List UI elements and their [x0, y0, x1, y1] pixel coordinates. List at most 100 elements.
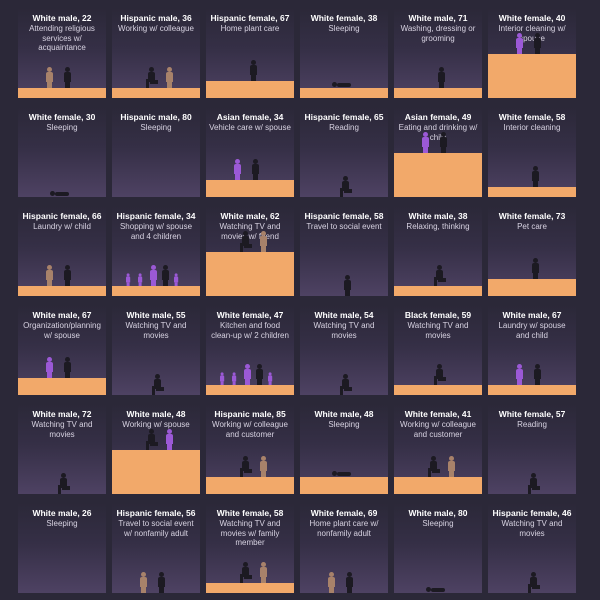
person-figure — [162, 265, 182, 286]
person-label: White male, 67 — [502, 310, 562, 320]
person-figure — [328, 572, 348, 593]
person-label: White female, 73 — [498, 211, 566, 221]
activity-label: Reading — [517, 420, 547, 429]
activity-panel: White female, 57 Reading — [488, 404, 576, 494]
floor-band — [394, 286, 482, 296]
person-label: White female, 41 — [404, 409, 472, 419]
person-figure — [234, 159, 254, 180]
floor-band — [206, 180, 294, 197]
person-figure — [166, 429, 186, 450]
activity-label: Sleeping — [46, 123, 78, 132]
activity-label: Working w/ colleague and customer — [212, 420, 288, 439]
person-label: White female, 58 — [216, 508, 284, 518]
activity-panel: White female, 58 Interior cleaning — [488, 107, 576, 197]
activity-panel: White male, 62 Watching TV and movies w/ … — [206, 206, 294, 296]
floor-band — [206, 81, 294, 98]
chair — [528, 485, 531, 494]
person-figure — [46, 357, 66, 378]
person-label: White male, 48 — [314, 409, 374, 419]
activity-panel: White male, 38 Relaxing, thinking — [394, 206, 482, 296]
activity-label: Working w/ colleague — [118, 24, 194, 33]
floor-band — [18, 88, 106, 98]
chair — [152, 386, 155, 395]
person-figure — [260, 456, 280, 477]
floor-band — [394, 385, 482, 395]
person-figure — [342, 176, 362, 197]
activity-panel: White female, 40 Interior cleaning w/ spo… — [488, 8, 576, 98]
activity-panel: White male, 67 Organization/planning w/ s… — [18, 305, 106, 395]
activity-label: Travel to social event w/ nonfamily adul… — [118, 519, 194, 538]
person-figure — [448, 456, 468, 477]
chair — [340, 188, 343, 197]
activity-panel: Hispanic female, 65 Reading — [300, 107, 388, 197]
person-figure — [244, 364, 264, 385]
person-figure — [150, 265, 170, 286]
person-figure — [220, 372, 232, 385]
activity-label: Watching TV and movies w/ friend — [219, 222, 281, 241]
activity-panel: Hispanic female, 46 Watching TV and movie… — [488, 503, 576, 593]
person-figure — [46, 265, 66, 286]
activity-label: Organization/planning w/ spouse — [23, 321, 101, 340]
person-label: Hispanic male, 80 — [120, 112, 192, 122]
person-figure — [64, 357, 84, 378]
activity-label: Home plant care w/ nonfamily adult — [309, 519, 379, 538]
person-label: White female, 38 — [310, 13, 378, 23]
person-label: Hispanic male, 36 — [120, 13, 192, 23]
activity-panel: Hispanic male, 36 Working w/ colleague — [112, 8, 200, 98]
floor-band — [488, 385, 576, 395]
activity-panel: White male, 48 Working w/ spouse — [112, 404, 200, 494]
person-figure — [174, 273, 186, 286]
person-figure — [166, 67, 186, 88]
activity-label: Kitchen and food clean-up w/ 2 children — [211, 321, 289, 340]
activity-label: Watching TV and movies — [31, 420, 93, 439]
person-label: White male, 48 — [126, 409, 186, 419]
activity-label: Travel to social event — [306, 222, 382, 231]
person-label: White male, 71 — [408, 13, 468, 23]
person-figure — [46, 67, 66, 88]
activity-label: Watching TV and movies — [501, 519, 563, 538]
person-figure — [342, 374, 362, 395]
floor-band — [112, 88, 200, 98]
chair — [146, 79, 149, 88]
person-figure — [532, 258, 552, 279]
chair — [528, 584, 531, 593]
chair — [58, 485, 61, 494]
activity-panel: Black female, 59 Watching TV and movies — [394, 305, 482, 395]
activity-label: Sleeping — [422, 519, 454, 528]
person-label: Hispanic female, 34 — [116, 211, 196, 221]
activity-label: Watching TV and movies — [313, 321, 375, 340]
activity-label: Working w/ colleague and customer — [400, 420, 476, 439]
person-figure — [140, 572, 160, 593]
floor-band — [394, 477, 482, 494]
person-figure — [344, 275, 364, 296]
activity-panel: White female, 47 Kitchen and food clean-u… — [206, 305, 294, 395]
person-label: Black female, 59 — [404, 310, 472, 320]
person-figure — [534, 364, 554, 385]
chair — [240, 243, 243, 252]
activity-panel: White female, 38 Sleeping — [300, 8, 388, 98]
person-figure — [232, 372, 244, 385]
person-label: White male, 38 — [408, 211, 468, 221]
activity-panel: White male, 26 Sleeping — [18, 503, 106, 593]
activity-label: Watching TV and movies — [125, 321, 187, 340]
person-figure — [158, 572, 178, 593]
person-figure — [242, 456, 262, 477]
person-label: White female, 40 — [498, 13, 566, 23]
activity-label: Home plant care — [220, 24, 280, 33]
activity-panel: Hispanic male, 85 Working w/ colleague an… — [206, 404, 294, 494]
floor-band — [18, 378, 106, 395]
activity-label: Sleeping — [140, 123, 172, 132]
activity-panel: White male, 55 Watching TV and movies — [112, 305, 200, 395]
activity-panel: Asian female, 49 Eating and drinking w/ c… — [394, 107, 482, 197]
activity-label: Watching TV and movies — [407, 321, 469, 340]
activity-label: Shopping w/ spouse and 4 children — [119, 222, 193, 241]
activity-panel: White female, 30 Sleeping — [18, 107, 106, 197]
person-figure — [430, 456, 450, 477]
person-label: Hispanic female, 56 — [116, 508, 196, 518]
activity-panel: White male, 71 Washing, dressing or groom… — [394, 8, 482, 98]
person-figure — [126, 273, 138, 286]
person-label: Asian female, 49 — [404, 112, 472, 122]
floor-band — [18, 286, 106, 296]
person-label: White male, 26 — [32, 508, 92, 518]
activity-label: Reading — [329, 123, 359, 132]
